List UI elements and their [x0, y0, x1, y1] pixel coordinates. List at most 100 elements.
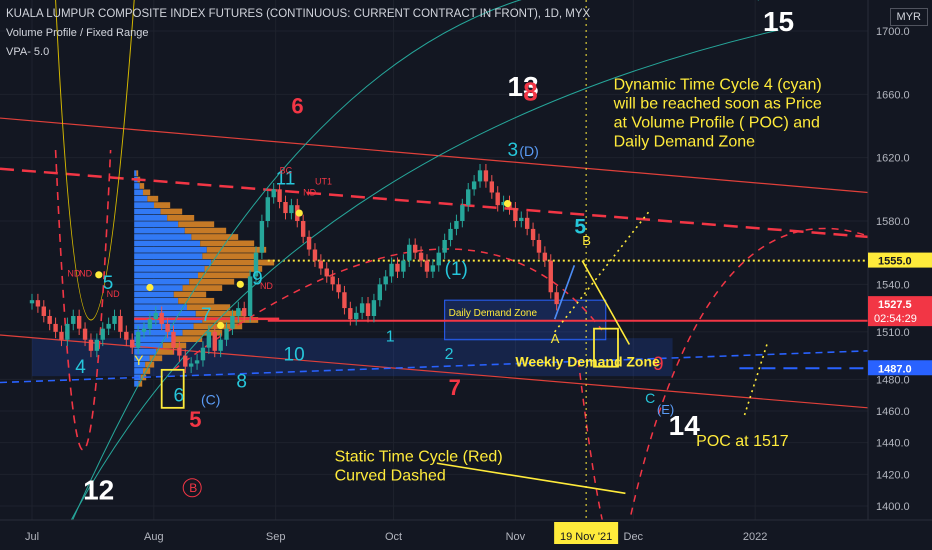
vp-bar-down: [136, 170, 139, 177]
x-tick-label: Aug: [144, 531, 164, 543]
vp-bar-up: [134, 278, 190, 285]
candle-body: [135, 331, 141, 348]
wave-label: 15: [763, 6, 794, 37]
vp-bar-up: [134, 323, 194, 330]
candle-body: [477, 170, 483, 182]
candle-body: [418, 252, 424, 261]
date-marker-text: 19 Nov '21: [560, 531, 612, 543]
vp-bar-up: [134, 183, 140, 189]
candle-body: [524, 217, 530, 229]
wave-label: 10: [284, 344, 305, 365]
vp-bar-up: [134, 266, 205, 272]
candle-body: [554, 292, 559, 305]
candle-body: [536, 240, 542, 253]
wave-label: 1: [386, 328, 395, 345]
wave-label: (C): [201, 392, 220, 408]
price-tag-text: 1527.5: [878, 299, 912, 311]
candle-body: [306, 236, 312, 250]
candle-body: [330, 276, 335, 285]
candle-body: [224, 328, 229, 340]
candle-body: [354, 312, 359, 320]
vp-bar-up: [134, 240, 201, 247]
vp-bar-down: [142, 189, 151, 196]
candle-body: [466, 189, 471, 206]
vp-bar-up: [134, 291, 174, 298]
candle-body: [324, 268, 329, 277]
vp-bar-down: [160, 208, 183, 215]
x-tick-label: Nov: [506, 531, 526, 543]
vp-bar-up: [134, 246, 207, 253]
y-tick-label: 1420.0: [876, 469, 910, 481]
candle-body: [407, 244, 412, 261]
x-tick-label: Dec: [624, 531, 644, 543]
note-arrow: [436, 462, 626, 495]
candle-body: [277, 189, 282, 202]
candle-body: [124, 331, 129, 340]
candle-body: [300, 221, 306, 237]
candle-body: [271, 189, 276, 198]
candle-body: [513, 208, 518, 221]
price-chart: Daily Demand Zone 1381563(D)115B(1)95712…: [0, 0, 932, 550]
wave-label: BC: [280, 166, 293, 176]
vp-bar-up: [134, 202, 154, 209]
candle-body: [395, 263, 400, 272]
candle-body: [312, 249, 318, 261]
wave-label: B: [189, 481, 197, 495]
signal-dot: [295, 209, 303, 217]
wave-label: 6: [291, 93, 303, 118]
candle-body: [519, 217, 524, 221]
wave-label: 8: [523, 77, 537, 107]
vp-bar-down: [147, 195, 159, 202]
candle-body: [530, 228, 536, 240]
candle-body: [41, 306, 46, 316]
wave-label: 4: [75, 357, 86, 378]
candle-body: [383, 276, 388, 285]
vp-bar-up: [134, 310, 196, 317]
candle-body: [112, 316, 117, 324]
candle-body: [230, 316, 235, 329]
candle-body: [448, 228, 453, 240]
x-tick-label: Sep: [266, 531, 286, 543]
candle-body: [82, 328, 88, 340]
vp-bar-down: [178, 297, 215, 304]
currency-badge: MYR: [889, 8, 928, 26]
candle-body: [471, 181, 477, 190]
indicator-volume-profile[interactable]: Volume Profile / Fixed Range: [6, 27, 148, 39]
candle-body: [165, 323, 170, 332]
candle-body: [371, 300, 377, 316]
vp-bar-down: [206, 246, 267, 253]
candle-body: [489, 181, 495, 193]
candle-body: [200, 347, 206, 361]
price-tag-text: 1487.0: [878, 363, 912, 375]
candle-body: [412, 244, 418, 253]
candle-body: [147, 319, 153, 329]
candle-body: [483, 170, 489, 182]
x-tick-label: 2022: [743, 531, 767, 543]
candle-body: [59, 331, 64, 340]
vp-bar-up: [134, 227, 185, 234]
wave-label: C: [645, 390, 655, 406]
note-text: Curved Dashed: [335, 468, 446, 485]
candle-body: [436, 252, 441, 266]
candle-body: [342, 292, 347, 309]
vp-bar-up: [134, 297, 179, 304]
candle-body: [495, 192, 500, 206]
candle-body: [65, 323, 70, 340]
note-text: Dynamic Time Cycle 4 (cyan): [614, 77, 822, 94]
x-tick-label: Oct: [385, 531, 402, 543]
candle-body: [206, 331, 212, 348]
note-text: at Volume Profile ( POC) and: [614, 115, 820, 132]
candle-body: [76, 316, 82, 329]
indicator-vpa[interactable]: VPA- 5.0: [6, 46, 49, 58]
wave-label: (1): [445, 259, 468, 280]
candle-body: [265, 197, 270, 221]
vp-bar-up: [134, 368, 143, 374]
vp-bar-up: [134, 272, 198, 279]
vp-bar-up: [134, 170, 137, 177]
vp-bar-up: [134, 221, 179, 228]
candle-body: [218, 339, 223, 351]
candle-body: [118, 316, 123, 332]
wave-label: 8: [236, 371, 247, 392]
note-text: POC at 1517: [696, 433, 789, 450]
candle-body: [153, 312, 158, 320]
